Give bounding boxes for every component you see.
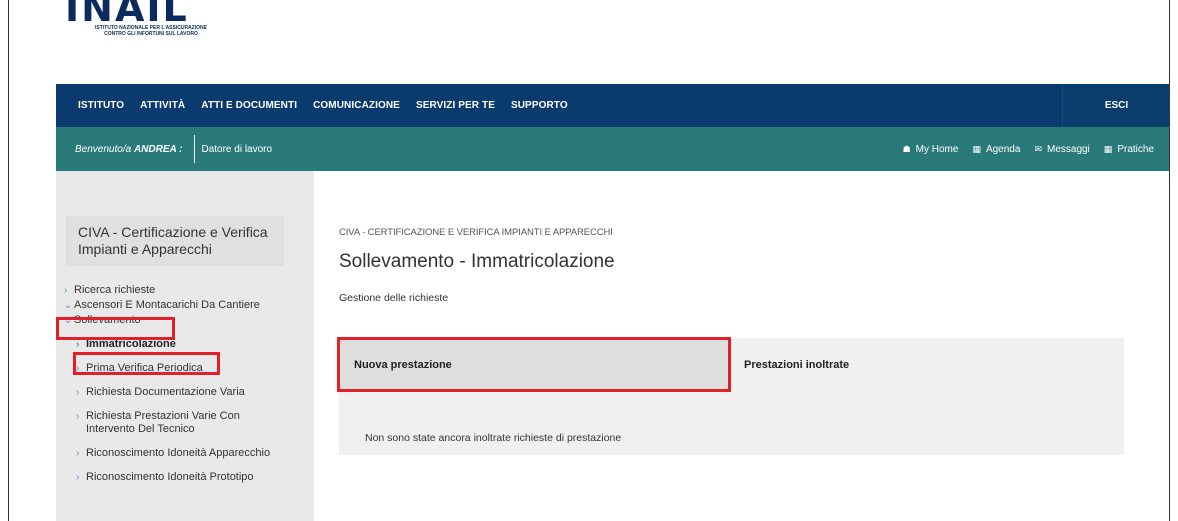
my-home-link[interactable]: ☗ My Home	[903, 144, 959, 155]
highlight-immatricolazione	[73, 352, 220, 375]
nav-servizi-per-te[interactable]: SERVIZI PER TE	[416, 100, 495, 111]
sidebar-item-idoneita-prototipo[interactable]: › Riconoscimento Idoneità Prototipo	[64, 471, 309, 484]
chevron-right-icon: ›	[76, 448, 80, 459]
page-subtitle: Gestione delle richieste	[339, 292, 449, 304]
chevron-right-icon: ›	[76, 387, 80, 398]
sidebar-item-ricerca-richieste[interactable]: › Ricerca richieste	[64, 284, 309, 297]
page: INAIL ISTITUTO NAZIONALE PER L'ASSICURAZ…	[8, 0, 1170, 521]
sidebar-item-ascensori[interactable]: ⌄ Ascensori E Montacarichi Da Cantiere	[64, 299, 309, 312]
nav-comunicazione[interactable]: COMUNICAZIONE	[313, 100, 400, 111]
user-name: ANDREA :	[133, 143, 183, 155]
chevron-right-icon: ›	[76, 411, 80, 422]
sidebar-item-documentazione-varia[interactable]: › Richiesta Documentazione Varia	[64, 386, 309, 399]
home-icon: ☗	[902, 143, 911, 154]
highlight-sollevamento	[56, 317, 175, 340]
sidebar-item-idoneita-apparecchio[interactable]: › Riconoscimento Idoneità Apparecchio	[64, 447, 309, 460]
logout-button[interactable]: ESCI	[1062, 84, 1169, 127]
folder-icon: ▦	[1103, 143, 1113, 154]
nav-attivita[interactable]: ATTIVITÀ	[140, 100, 185, 111]
breadcrumb[interactable]: CIVA - CERTIFICAZIONE E VERIFICA IMPIANT…	[339, 227, 613, 238]
page-title: Sollevamento - Immatricolazione	[339, 251, 615, 272]
quick-links: ☗ My Home ▦ Agenda ✉ Messaggi ▦ Pratiche	[889, 127, 1154, 171]
inail-logo[interactable]: INAIL ISTITUTO NAZIONALE PER L'ASSICURAZ…	[65, 0, 235, 40]
user-role[interactable]: Datore di lavoro	[201, 144, 272, 155]
empty-state-message: Non sono state ancora inoltrate richiest…	[365, 432, 622, 444]
logo-subtitle: ISTITUTO NAZIONALE PER L'ASSICURAZIONE C…	[95, 25, 207, 37]
agenda-link[interactable]: ▦ Agenda	[972, 144, 1020, 155]
sidebar-menu: › Ricerca richieste ⌄ Ascensori E Montac…	[64, 284, 309, 486]
chevron-right-icon: ›	[76, 472, 80, 483]
top-navigation: ISTITUTO ATTIVITÀ ATTI E DOCUMENTI COMUN…	[56, 84, 1169, 127]
nav-istituto[interactable]: ISTITUTO	[78, 100, 124, 111]
sidebar-title[interactable]: CIVA - Certificazione e Verifica Impiant…	[66, 216, 284, 266]
calendar-icon: ▦	[972, 143, 981, 154]
pratiche-link[interactable]: ▦ Pratiche	[1104, 144, 1154, 155]
chevron-right-icon: ›	[64, 285, 68, 296]
sidebar-item-prestazioni-varie[interactable]: › Richiesta Prestazioni Varie Con Interv…	[64, 410, 264, 436]
highlight-nuova-prestazione	[337, 337, 731, 392]
divider	[194, 135, 196, 163]
chevron-down-icon: ⌄	[64, 300, 73, 311]
sidebar: CIVA - Certificazione e Verifica Impiant…	[56, 171, 314, 521]
nav-atti-e-documenti[interactable]: ATTI E DOCUMENTI	[201, 100, 297, 111]
envelope-icon: ✉	[1034, 143, 1042, 154]
user-bar: Benvenuto/a ANDREA : Datore di lavoro ☗ …	[56, 127, 1169, 171]
welcome-text: Benvenuto/a ANDREA :	[75, 143, 183, 155]
nav-supporto[interactable]: SUPPORTO	[511, 100, 568, 111]
tab-prestazioni-inoltrate[interactable]: Prestazioni inoltrate	[744, 338, 1044, 390]
messaggi-link[interactable]: ✉ Messaggi	[1034, 144, 1089, 155]
